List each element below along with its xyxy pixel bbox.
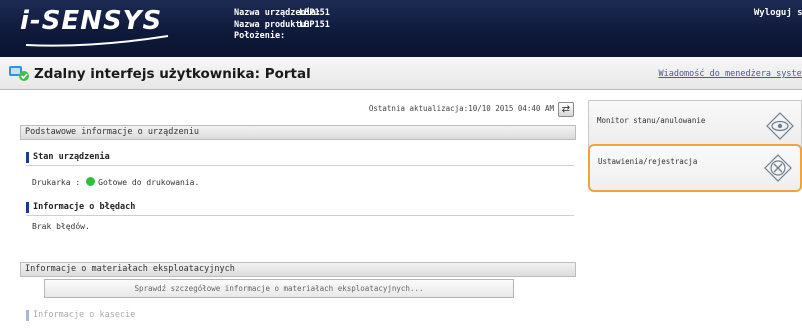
logout-link[interactable]: Wyloguj si <box>754 8 802 18</box>
page-title: Zdalny interfejs użytkownika: Portal <box>34 66 311 82</box>
status-monitor-card[interactable]: Monitor stanu/anulowanie <box>588 100 802 150</box>
device-name-label: Nazwa urządzenia: <box>234 8 321 18</box>
status-ok-icon <box>86 177 96 186</box>
main-content: Ostatnia aktualizacja:10/10 2015 04:40 A… <box>0 91 802 329</box>
printer-status-line: Drukarka : Gotowe do drukowania. <box>32 177 199 187</box>
error-text: Brak błędów. <box>32 222 90 231</box>
divider <box>26 165 574 166</box>
cassette-info-heading: Informacje o kasecie <box>26 310 135 321</box>
eye-icon <box>766 112 794 140</box>
device-name-value: LBP151 <box>299 8 330 18</box>
consumables-details-button[interactable]: Sprawdź szczegółowe informacje o materia… <box>44 279 514 298</box>
printer-label: Drukarka : <box>32 178 81 187</box>
printer-status: Gotowe do drukowania. <box>98 178 200 187</box>
section-consumables: Informacje o materiałach eksploatacyjnyc… <box>20 262 576 277</box>
brand-logo: i-SENSYS <box>20 6 163 36</box>
refresh-button[interactable]: ⇄ <box>558 102 574 117</box>
settings-registration-label: Ustawienia/rejestracja <box>598 157 698 166</box>
divider <box>26 215 574 216</box>
title-bar: Zdalny interfejs użytkownika: Portal Wia… <box>0 57 802 90</box>
settings-registration-card[interactable]: Ustawienia/rejestracja <box>588 144 802 192</box>
message-to-admin-link[interactable]: Wiadomość do menedżera systemu <box>658 69 802 79</box>
location-label: Położenie: <box>234 31 286 41</box>
last-updated-text: Ostatnia aktualizacja:10/10 2015 04:40 A… <box>368 104 554 113</box>
device-info: Nazwa urządzenia: LBP151 Nazwa produktu:… <box>234 8 330 43</box>
status-monitor-label: Monitor stanu/anulowanie <box>597 116 706 125</box>
top-header: i-SENSYS Nazwa urządzenia: LBP151 Nazwa … <box>0 0 802 57</box>
logo-swoosh-icon <box>25 35 169 47</box>
device-status-heading: Stan urządzenia <box>26 152 110 163</box>
portal-icon <box>9 66 29 81</box>
refresh-icon: ⇄ <box>561 104 571 115</box>
settings-wrench-icon <box>764 154 792 182</box>
product-name-label: Nazwa produktu: <box>234 19 311 30</box>
error-info-heading: Informacje o błędach <box>26 202 135 213</box>
section-basic-info: Podstawowe informacje o urządzeniu <box>20 125 576 140</box>
left-column: Ostatnia aktualizacja:10/10 2015 04:40 A… <box>20 91 576 329</box>
product-name-value: LBP151 <box>299 19 330 30</box>
